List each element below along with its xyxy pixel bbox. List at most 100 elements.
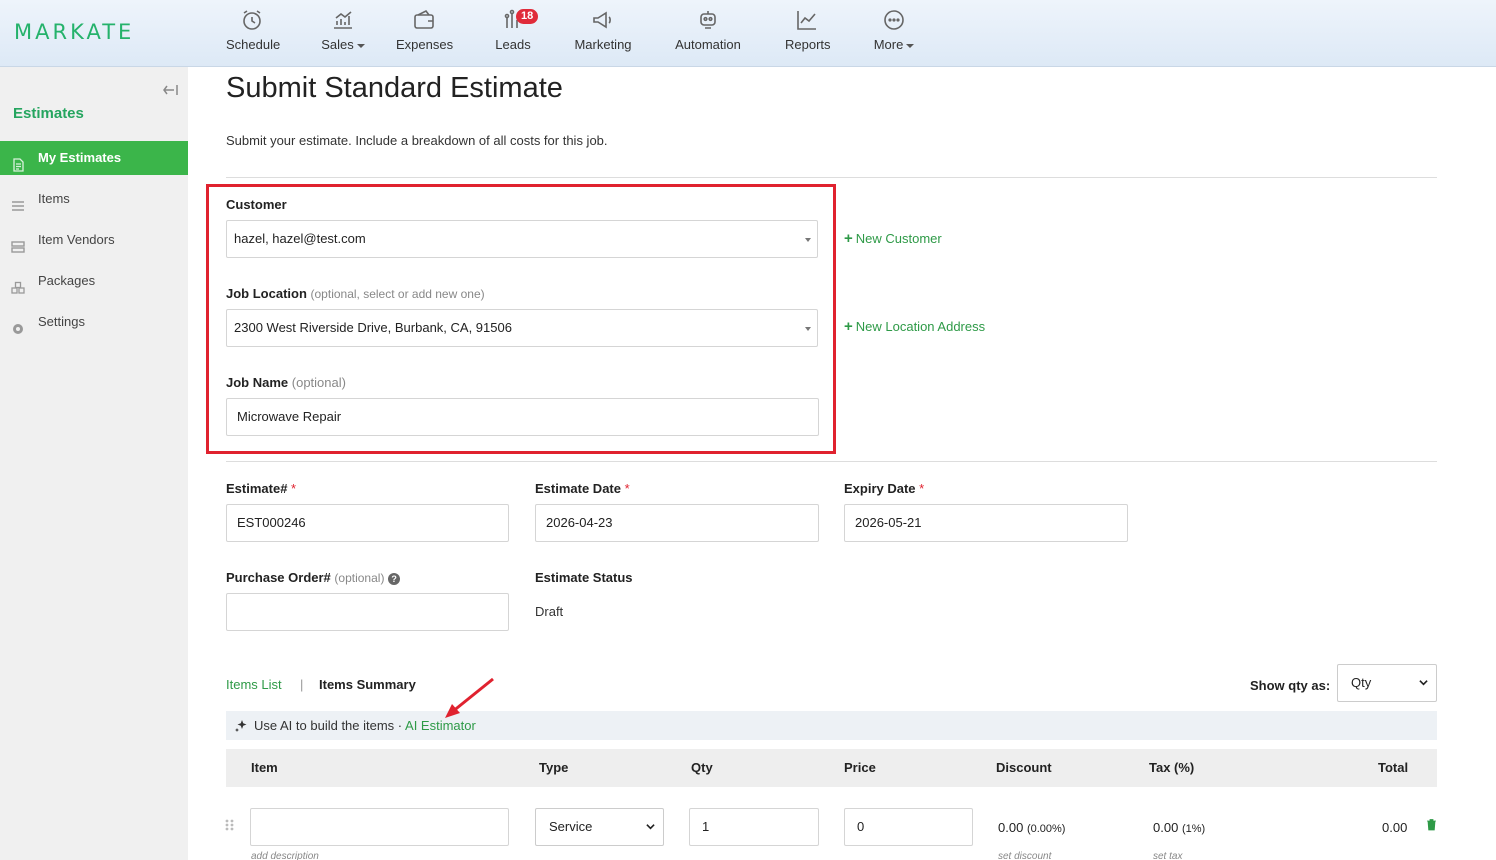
estimate-status-value: Draft	[535, 604, 564, 619]
estimate-date-input[interactable]: 2026-04-23	[535, 504, 819, 542]
nav-label: Automation	[675, 37, 741, 52]
tab-items-summary[interactable]: Items Summary	[319, 677, 416, 692]
add-description-hint[interactable]: add description	[251, 851, 319, 860]
estimate-number-label: Estimate# *	[226, 481, 297, 496]
show-qty-label: Show qty as:	[1250, 678, 1331, 693]
job-name-label: Job Name (optional)	[226, 375, 346, 390]
estimate-status-label: Estimate Status	[535, 570, 633, 585]
nav-label: Leads	[495, 37, 531, 52]
column-header-type: Type	[539, 760, 569, 775]
nav-label: Marketing	[574, 37, 632, 52]
tab-items-list[interactable]: Items List	[226, 677, 282, 692]
plus-icon: +	[844, 318, 853, 335]
item-price-input[interactable]: 0	[844, 808, 973, 846]
sidebar-item-item-vendors[interactable]: Item Vendors	[0, 223, 188, 257]
new-customer-link[interactable]: + New Customer	[844, 230, 942, 247]
top-navigation-bar: MARKATE Schedule Sales Expenses 18 Leads…	[0, 0, 1496, 67]
sidebar-item-label: Settings	[38, 314, 85, 329]
set-tax-link[interactable]: set tax	[1153, 851, 1182, 860]
customer-select[interactable]: hazel, hazel@test.com	[226, 220, 818, 258]
chevron-down-icon	[356, 43, 365, 48]
expiry-date-input[interactable]: 2026-05-21	[844, 504, 1128, 542]
customer-value: hazel, hazel@test.com	[234, 231, 366, 246]
annotation-arrow-icon	[445, 677, 494, 718]
column-header-qty: Qty	[691, 760, 713, 775]
markate-logo[interactable]: MARKATE	[14, 20, 134, 44]
chevron-down-icon	[906, 43, 915, 48]
item-type-select[interactable]: Service	[535, 808, 664, 846]
help-icon[interactable]: ?	[388, 572, 401, 585]
leads-count-badge: 18	[516, 9, 539, 24]
nav-label: Schedule	[226, 37, 281, 52]
sidebar-item-items[interactable]: Items	[0, 182, 188, 216]
purchase-order-label: Purchase Order# (optional) ?	[226, 570, 401, 585]
item-qty-input[interactable]: 1	[689, 808, 819, 846]
nav-label: Sales	[321, 37, 354, 52]
column-header-discount: Discount	[996, 760, 1052, 775]
dropdown-arrow-icon	[805, 238, 811, 242]
estimate-number-input[interactable]: EST000246	[226, 504, 509, 542]
purchase-order-input[interactable]	[226, 593, 509, 631]
set-discount-link[interactable]: set discount	[998, 851, 1051, 860]
nav-leads[interactable]: 18 Leads	[494, 8, 539, 52]
gear-icon	[11, 315, 25, 334]
divider	[226, 461, 1437, 462]
document-icon	[11, 151, 25, 172]
column-header-price: Price	[844, 760, 876, 775]
page-subtitle: Submit your estimate. Include a breakdow…	[226, 133, 608, 148]
nav-automation[interactable]: Automation	[675, 8, 741, 52]
chevron-down-icon	[1419, 680, 1428, 686]
more-dots-icon	[881, 8, 907, 34]
column-header-tax: Tax (%)	[1149, 760, 1195, 775]
tab-separator: |	[300, 677, 304, 692]
item-total-value: 0.00	[1382, 820, 1408, 835]
item-name-input[interactable]	[250, 808, 509, 846]
nav-expenses[interactable]: Expenses	[396, 8, 453, 52]
nav-sales[interactable]: Sales	[320, 8, 366, 52]
sidebar-item-label: Item Vendors	[38, 232, 115, 247]
nav-marketing[interactable]: Marketing	[574, 8, 632, 52]
alarm-clock-icon	[239, 8, 265, 34]
job-location-select[interactable]: 2300 West Riverside Drive, Burbank, CA, …	[226, 309, 818, 347]
list-icon	[11, 192, 25, 211]
job-name-value: Microwave Repair	[237, 409, 342, 424]
job-location-value: 2300 West Riverside Drive, Burbank, CA, …	[234, 320, 512, 335]
drag-handle-icon[interactable]	[224, 818, 236, 832]
sidebar-item-packages[interactable]: Packages	[0, 264, 188, 298]
vendor-icon	[11, 233, 25, 253]
sidebar-item-my-estimates[interactable]: My Estimates	[0, 141, 188, 175]
new-location-link[interactable]: + New Location Address	[844, 318, 985, 335]
megaphone-icon	[590, 8, 616, 34]
line-chart-icon	[794, 8, 820, 34]
sidebar-title: Estimates	[13, 105, 84, 122]
show-qty-select[interactable]: Qty	[1337, 664, 1437, 702]
page-title: Submit Standard Estimate	[226, 72, 563, 104]
estimate-date-label: Estimate Date *	[535, 481, 630, 496]
job-name-input[interactable]: Microwave Repair	[226, 398, 819, 436]
collapse-sidebar-icon[interactable]	[162, 81, 180, 99]
trash-icon[interactable]	[1426, 818, 1437, 831]
customer-label: Customer	[226, 197, 287, 212]
nav-label: More	[873, 37, 904, 52]
sidebar: Estimates My Estimates Items Item Vendor…	[0, 67, 188, 860]
column-header-total: Total	[1378, 760, 1409, 775]
column-header-item: Item	[251, 760, 278, 775]
nav-label: Reports	[785, 37, 831, 52]
sidebar-item-settings[interactable]: Settings	[0, 305, 188, 339]
sidebar-item-label: Packages	[38, 273, 96, 288]
nav-reports[interactable]: Reports	[785, 8, 831, 52]
packages-icon	[11, 274, 25, 294]
wallet-icon	[411, 8, 437, 34]
nav-more[interactable]: More	[873, 8, 915, 52]
job-location-label: Job Location (optional, select or add ne…	[226, 286, 485, 301]
ai-estimator-bar: Use AI to build the items · AI Estimator	[226, 711, 1437, 740]
nav-schedule[interactable]: Schedule	[226, 8, 281, 52]
robot-icon	[695, 8, 721, 34]
plus-icon: +	[844, 230, 853, 247]
item-discount-value: 0.00 (0.00%)	[998, 820, 1066, 835]
items-table-header: Item Type Qty Price Discount Tax (%) Tot…	[226, 749, 1437, 787]
sparkle-icon	[235, 720, 247, 732]
sales-chart-icon	[330, 8, 356, 34]
sidebar-item-label: Items	[38, 191, 70, 206]
expiry-date-label: Expiry Date *	[844, 481, 925, 496]
